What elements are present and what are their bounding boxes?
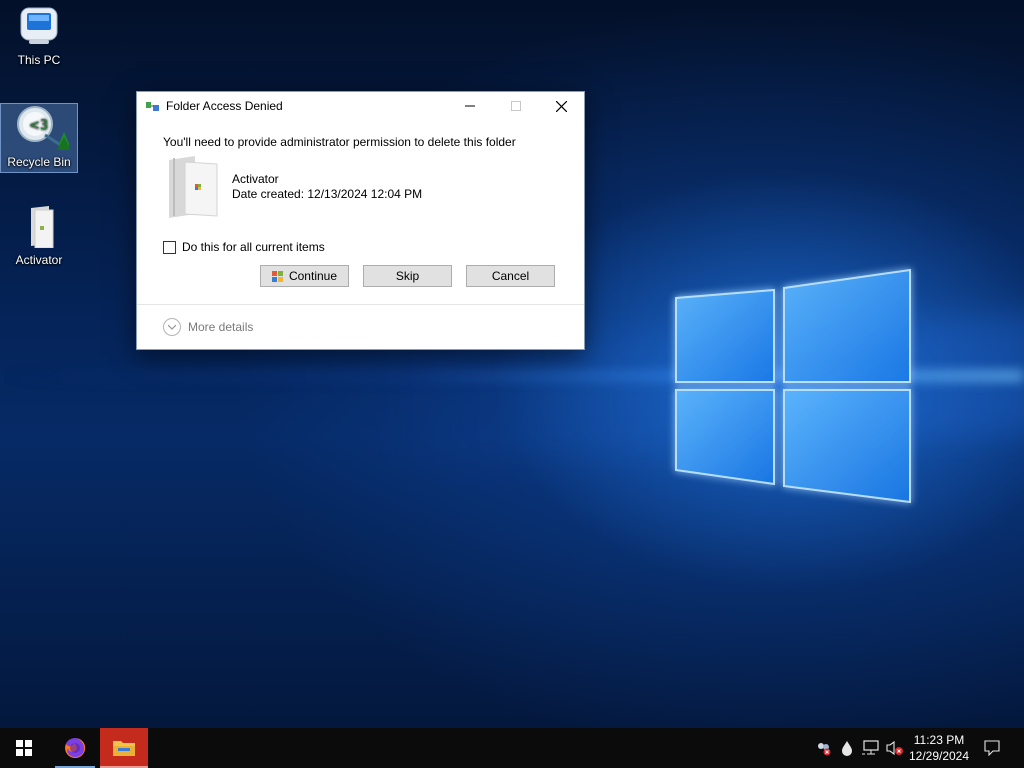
more-details-toggle[interactable]: More details <box>163 318 253 336</box>
tray-defender-icon[interactable] <box>812 728 834 768</box>
dialog-message: You'll need to provide administrator per… <box>163 135 516 149</box>
cancel-label: Cancel <box>491 269 530 283</box>
item-date-created: Date created: 12/13/2024 12:04 PM <box>232 187 423 201</box>
taskbar-file-explorer[interactable] <box>100 728 148 768</box>
skip-label: Skip <box>395 269 420 283</box>
folder-icon <box>31 206 54 249</box>
clock-time: 11:23 PM <box>913 733 965 747</box>
desktop-icon-label: This PC <box>17 53 61 67</box>
desktop-icon-recycle-bin[interactable]: <3 Recycle Bin <box>0 103 78 173</box>
maximize-icon <box>511 101 521 111</box>
more-details-label: More details <box>188 320 254 334</box>
desktop-icon-label: Activator <box>15 253 63 267</box>
continue-label: Continue <box>288 269 338 283</box>
taskbar: 11:23 PM 12/29/2024 <box>0 728 1024 768</box>
maximize-button[interactable] <box>493 92 539 120</box>
security-icon <box>818 743 831 756</box>
desktop-icon-activator[interactable]: Activator <box>1 204 77 272</box>
folder-access-denied-dialog: Folder Access Denied You'll need to prov… <box>136 91 585 350</box>
item-name: Activator <box>232 172 279 186</box>
minimize-icon <box>465 105 475 107</box>
speaker-muted-icon <box>886 740 903 756</box>
desktop-icon-label: Recycle Bin <box>7 155 71 169</box>
firefox-icon <box>65 737 86 758</box>
dialog-divider <box>137 304 584 305</box>
close-button[interactable] <box>538 92 584 120</box>
tray-volume-icon[interactable] <box>884 728 906 768</box>
apply-to-all-label: Do this for all current items <box>182 240 325 254</box>
clock-date: 12/29/2024 <box>908 749 970 763</box>
dialog-titlebar[interactable]: Folder Access Denied <box>137 92 584 120</box>
file-explorer-icon <box>113 741 135 756</box>
notification-icon <box>984 740 1000 756</box>
start-button[interactable] <box>0 728 48 768</box>
uac-shield-icon <box>271 270 283 282</box>
windows-start-icon <box>16 740 32 756</box>
continue-button[interactable]: Continue <box>260 265 349 287</box>
action-center-button[interactable] <box>976 728 1008 768</box>
cancel-button[interactable]: Cancel <box>466 265 555 287</box>
minimize-button[interactable] <box>447 92 493 120</box>
folder-icon <box>165 154 221 223</box>
taskbar-firefox[interactable] <box>51 728 99 768</box>
apply-to-all-row[interactable]: Do this for all current items <box>163 240 325 254</box>
chevron-down-icon <box>163 318 181 336</box>
network-icon <box>862 740 879 755</box>
apply-to-all-checkbox[interactable] <box>163 240 176 254</box>
close-icon <box>555 100 567 112</box>
desktop-icon-this-pc[interactable]: This PC <box>1 4 77 76</box>
skip-button[interactable]: Skip <box>363 265 452 287</box>
tray-network-icon[interactable] <box>860 728 882 768</box>
recycle-bin-icon: <3 <box>17 106 71 150</box>
dialog-title: Folder Access Denied <box>166 99 283 113</box>
file-operation-icon <box>146 101 160 116</box>
taskbar-clock[interactable]: 11:23 PM 12/29/2024 <box>904 732 974 764</box>
computer-icon <box>20 7 58 44</box>
water-drop-icon <box>842 741 852 756</box>
svg-text:<3: <3 <box>29 118 48 133</box>
tray-drop-icon[interactable] <box>837 728 857 768</box>
